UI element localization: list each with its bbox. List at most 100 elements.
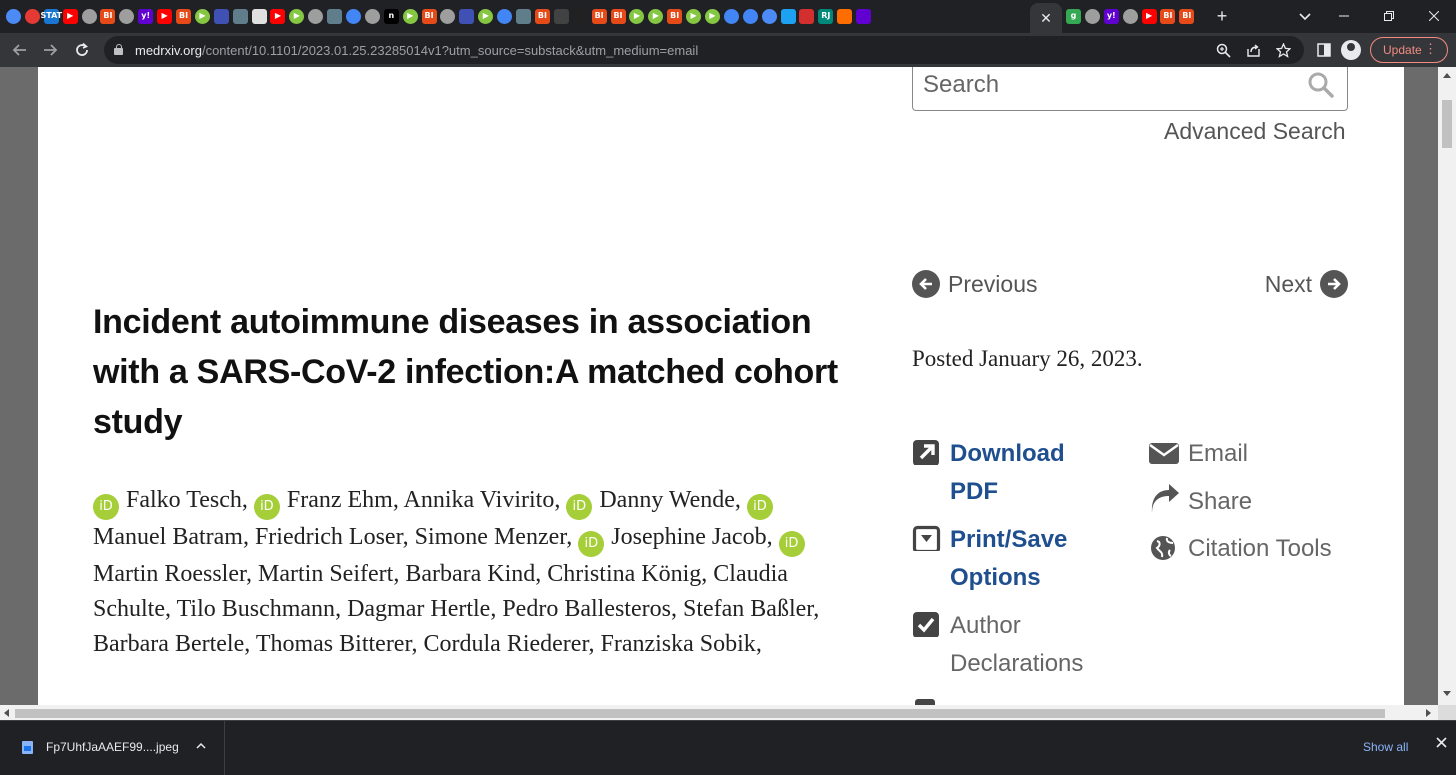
active-tab-close-button[interactable]: ✕ <box>1030 3 1062 33</box>
author-name[interactable]: Friedrich Loser <box>255 524 403 550</box>
rumble-icon[interactable]: ▶ <box>194 8 210 24</box>
tab-search-chevron-icon[interactable] <box>1296 8 1314 26</box>
back-button[interactable] <box>9 39 31 61</box>
red-arrow-icon[interactable] <box>799 8 815 24</box>
author-name[interactable]: Thomas Bitterer <box>256 631 412 657</box>
horizontal-scroll-thumb[interactable] <box>15 709 1385 718</box>
search-icon[interactable] <box>1307 71 1335 99</box>
citation-tools-link[interactable]: Citation Tools <box>1148 530 1332 568</box>
url-text[interactable]: medrxiv.org/content/10.1101/2023.01.25.2… <box>135 43 698 58</box>
author-name[interactable]: iD Danny Wende <box>566 487 735 520</box>
share-link[interactable]: Share <box>1148 483 1252 521</box>
bi-icon[interactable]: BI <box>1160 8 1176 24</box>
yahoo-icon[interactable]: y! <box>138 8 154 24</box>
globe-icon[interactable] <box>440 8 456 24</box>
email-link[interactable]: Email <box>1148 435 1248 473</box>
share-page-icon[interactable] <box>1244 41 1262 59</box>
globe-icon[interactable] <box>1122 8 1138 24</box>
next-link[interactable]: Next <box>1265 270 1348 298</box>
orcid-icon[interactable]: iD <box>93 494 119 520</box>
rumble-icon[interactable]: ▶ <box>704 8 720 24</box>
dark-icon[interactable] <box>572 8 588 24</box>
address-bar[interactable]: medrxiv.org/content/10.1101/2023.01.25.2… <box>104 36 1304 64</box>
globe-icon[interactable] <box>81 8 97 24</box>
rumble-icon[interactable]: ▶ <box>402 8 418 24</box>
scroll-down-icon[interactable] <box>1443 691 1451 696</box>
bi-icon[interactable]: BI <box>176 8 192 24</box>
author-name[interactable]: iD Falko Tesch <box>93 487 242 520</box>
author-name[interactable]: Dagmar Hertle <box>347 596 490 622</box>
orcid-icon[interactable]: iD <box>253 494 280 520</box>
bi-icon[interactable]: BI <box>421 8 437 24</box>
author-name[interactable]: iD Josephine Jacob <box>578 524 767 557</box>
lock-icon[interactable] <box>114 44 123 55</box>
bi-icon[interactable]: BI <box>591 8 607 24</box>
bi-icon[interactable]: BI <box>534 8 550 24</box>
next-action-partial[interactable] <box>912 693 950 705</box>
orcid-icon[interactable]: iD <box>578 531 605 557</box>
bookmark-icon[interactable] <box>232 8 248 24</box>
youtube-icon[interactable]: ▶ <box>157 8 173 24</box>
side-panel-button[interactable] <box>1313 39 1335 61</box>
search-input[interactable] <box>923 68 1293 102</box>
stat-icon[interactable]: STAT <box>40 8 62 24</box>
author-name[interactable]: Barbara Bertele <box>93 631 244 657</box>
author-name[interactable]: iD Franz Ehm <box>253 487 393 520</box>
rumble-icon[interactable]: ▶ <box>289 8 305 24</box>
bookmark-star-icon[interactable] <box>1274 41 1292 59</box>
rumble-icon[interactable]: ▶ <box>629 8 645 24</box>
dark-icon[interactable] <box>553 8 569 24</box>
search-small-icon[interactable] <box>742 8 758 24</box>
close-shelf-icon[interactable] <box>1432 735 1450 753</box>
shield-icon[interactable] <box>459 8 475 24</box>
vertical-scroll-thumb[interactable] <box>1442 100 1452 148</box>
vertical-scrollbar[interactable] <box>1438 67 1456 705</box>
youtube-icon[interactable]: ▶ <box>62 8 78 24</box>
author-name[interactable]: Barbara Kind <box>405 561 535 587</box>
kebab-menu-icon[interactable]: ⋮ <box>1424 41 1437 57</box>
author-name[interactable]: Pedro Ballesteros <box>502 596 671 622</box>
n-icon[interactable]: n <box>383 8 399 24</box>
scroll-right-icon[interactable] <box>1426 709 1431 717</box>
stack-icon[interactable] <box>837 8 853 24</box>
search-small-icon[interactable] <box>723 8 739 24</box>
previous-link[interactable]: Previous <box>912 270 1037 298</box>
bi-icon[interactable]: BI <box>610 8 626 24</box>
horizontal-scrollbar[interactable] <box>0 705 1456 720</box>
author-name[interactable]: Franziska Sobik <box>600 631 755 657</box>
download-file-name[interactable]: Fp7UhfJaAAEF99....jpeg <box>46 740 179 754</box>
twitter-icon[interactable] <box>780 8 796 24</box>
youtube-icon[interactable]: ▶ <box>1141 8 1157 24</box>
globe-icon[interactable] <box>1084 8 1100 24</box>
rj-icon[interactable]: RJ <box>818 8 834 24</box>
yahoo-mail-icon[interactable] <box>856 8 872 24</box>
author-name[interactable]: Martin Seifert <box>258 561 393 587</box>
bookmark-icon[interactable] <box>516 8 532 24</box>
author-name[interactable]: Stefan Baßler <box>683 596 813 622</box>
globe-icon[interactable] <box>364 8 380 24</box>
reload-button[interactable] <box>71 39 93 61</box>
chevron-up-icon[interactable] <box>196 738 206 752</box>
orcid-icon[interactable]: iD <box>746 494 773 520</box>
bookmark-icon[interactable] <box>327 8 343 24</box>
zoom-icon[interactable] <box>1214 41 1232 59</box>
author-name[interactable]: Christina König <box>547 561 701 587</box>
update-button[interactable]: Update ⋮ <box>1370 37 1448 63</box>
window-close-button[interactable] <box>1411 0 1456 32</box>
minimize-button[interactable] <box>1321 0 1366 32</box>
download-item[interactable]: Fp7UhfJaAAEF99....jpeg <box>0 721 225 775</box>
bi-icon[interactable]: BI <box>100 8 116 24</box>
chrome-red-icon[interactable] <box>24 8 40 24</box>
search-small-icon[interactable] <box>497 8 513 24</box>
rumble-icon[interactable]: ▶ <box>478 8 494 24</box>
restore-button[interactable] <box>1366 0 1411 32</box>
forward-button[interactable] <box>39 39 61 61</box>
show-all-downloads-button[interactable]: Show all <box>1363 740 1408 754</box>
new-tab-button[interactable]: + <box>1212 6 1232 26</box>
orcid-icon[interactable]: iD <box>778 531 805 557</box>
rumble-icon[interactable]: ▶ <box>648 8 664 24</box>
author-name[interactable]: Annika Vivirito <box>404 487 555 513</box>
author-name[interactable]: Cordula Riederer <box>424 631 589 657</box>
orcid-icon[interactable]: iD <box>566 494 593 520</box>
author-declarations-link[interactable]: Author Declarations <box>912 607 1083 683</box>
